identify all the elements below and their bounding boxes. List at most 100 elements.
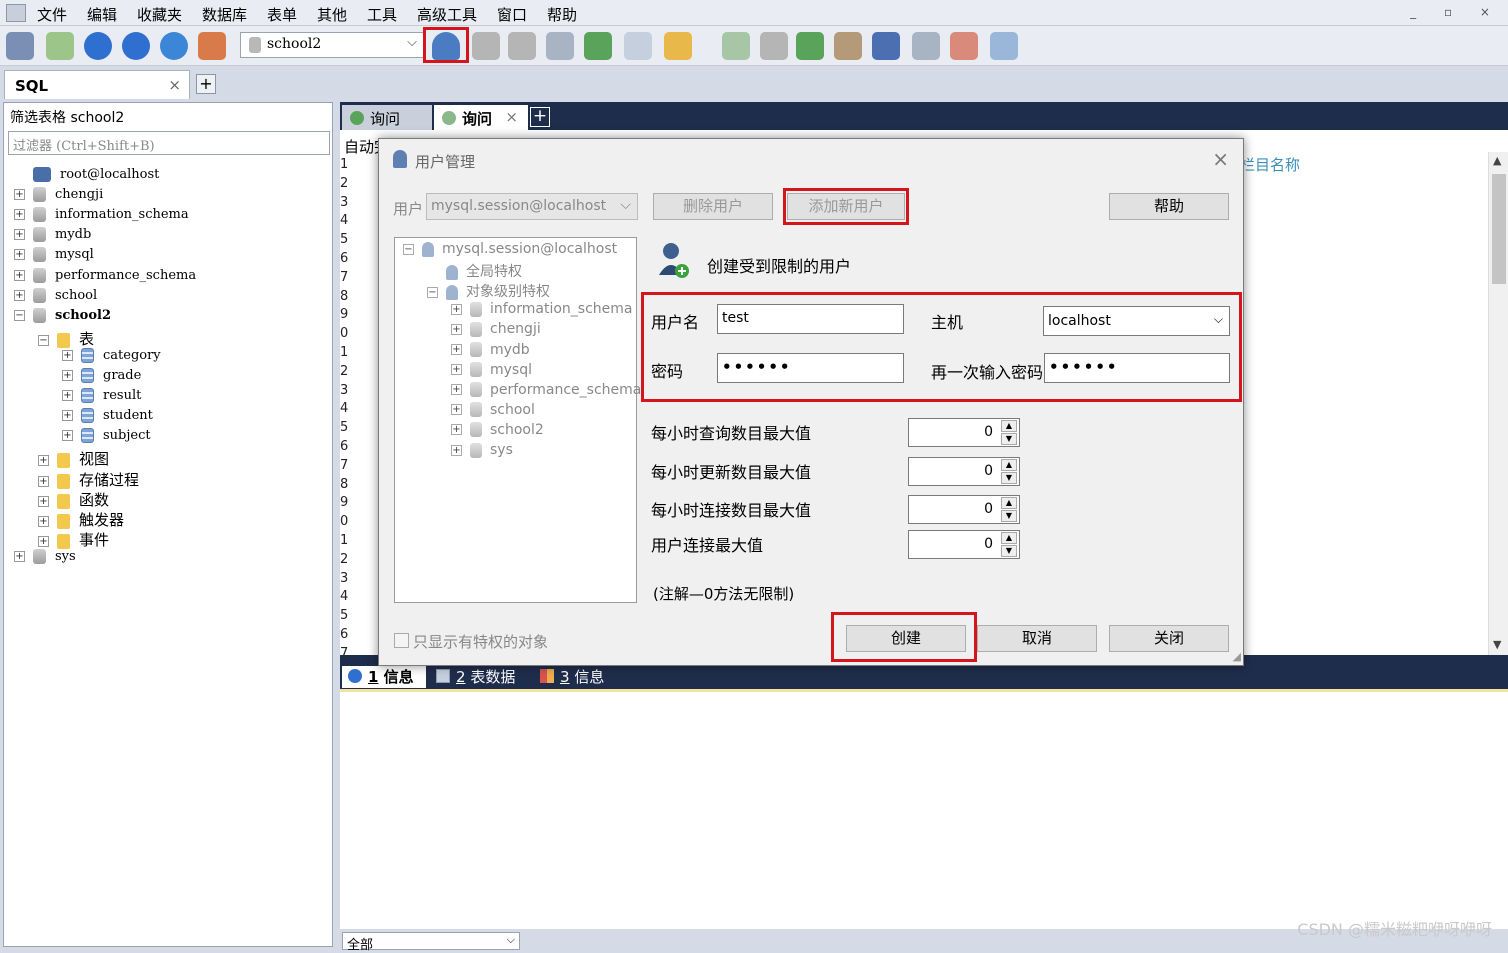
menu-window[interactable]: 窗口 <box>497 4 527 25</box>
expand-icon[interactable]: + <box>14 269 25 281</box>
expand-icon[interactable]: + <box>62 370 73 381</box>
tree-node[interactable]: − 表 <box>38 328 94 348</box>
expand-icon[interactable]: + <box>62 390 73 402</box>
add-connection-tab-button[interactable]: + <box>196 74 216 94</box>
scroll-down-icon[interactable]: ▼ <box>1493 638 1501 651</box>
expand-icon[interactable]: + <box>451 444 462 456</box>
table-icon[interactable] <box>624 32 652 60</box>
limit-spinner[interactable]: 0 ▲ ▼ <box>908 495 1020 524</box>
help-button[interactable]: 帮助 <box>1109 193 1229 220</box>
password-input[interactable]: •••••• <box>717 353 904 383</box>
spin-up-icon[interactable]: ▲ <box>1001 532 1017 544</box>
app-menu-icon[interactable] <box>6 4 26 22</box>
expand-icon[interactable]: + <box>451 404 462 416</box>
privilege-tree-node[interactable]: − mysql.session@localhost <box>403 241 617 261</box>
filter-input[interactable]: 过滤器 (Ctrl+Shift+B) <box>8 131 330 155</box>
expand-icon[interactable]: + <box>62 430 73 442</box>
expand-icon[interactable]: + <box>451 384 462 396</box>
expand-icon[interactable]: + <box>38 495 49 507</box>
expand-icon[interactable]: + <box>451 424 462 436</box>
backup-icon[interactable] <box>472 32 500 60</box>
expand-icon[interactable]: + <box>451 303 462 315</box>
privilege-tree-node[interactable]: + mysql <box>451 362 532 382</box>
expand-icon[interactable]: + <box>14 289 25 301</box>
refresh-icon[interactable] <box>160 32 188 60</box>
spin-down-icon[interactable]: ▼ <box>1001 472 1017 484</box>
expand-icon[interactable]: + <box>38 535 49 547</box>
menu-other[interactable]: 其他 <box>317 4 347 25</box>
restore-icon[interactable] <box>508 32 536 60</box>
expand-icon[interactable]: + <box>62 349 73 361</box>
tree-node[interactable]: + grade <box>62 368 141 388</box>
tree-node[interactable]: + mydb <box>14 227 91 247</box>
new-connection-icon[interactable] <box>6 32 34 60</box>
privilege-tree-node[interactable]: + school <box>451 402 535 422</box>
spin-up-icon[interactable]: ▲ <box>1001 420 1017 432</box>
menu-advanced-tools[interactable]: 高级工具 <box>417 4 477 25</box>
close-icon[interactable]: × <box>505 108 518 126</box>
schema-icon[interactable] <box>198 32 226 60</box>
tab-query-1[interactable]: 询问 <box>342 105 432 130</box>
tree-node[interactable]: − school2 <box>14 307 111 328</box>
diagram-icon[interactable] <box>990 32 1018 60</box>
expand-icon[interactable]: + <box>451 323 462 335</box>
query-builder-icon[interactable] <box>722 32 750 60</box>
schema-designer-icon[interactable] <box>664 32 692 60</box>
migrate-icon[interactable] <box>872 32 900 60</box>
tab-info[interactable]: 3 信息 <box>534 666 614 688</box>
expand-icon[interactable]: + <box>451 364 462 376</box>
collapse-icon[interactable]: − <box>38 334 49 346</box>
connection-tab-sql[interactable]: SQL × <box>4 70 190 99</box>
job-icon[interactable] <box>834 32 862 60</box>
host-combo[interactable]: localhost ⌵ <box>1043 306 1230 336</box>
expand-icon[interactable]: + <box>14 209 25 221</box>
privilege-tree-node[interactable]: 全局特权 <box>427 261 522 281</box>
tree-node[interactable]: root@localhost <box>14 167 159 187</box>
tree-node[interactable]: + school <box>14 287 97 308</box>
spin-down-icon[interactable]: ▼ <box>1001 510 1017 522</box>
close-button[interactable]: 关闭 <box>1109 625 1229 652</box>
menu-help[interactable]: 帮助 <box>547 4 577 25</box>
tree-node[interactable]: + 触发器 <box>38 509 124 529</box>
import-icon[interactable] <box>546 32 574 60</box>
username-input[interactable]: test <box>717 304 904 334</box>
limit-spinner[interactable]: 0 ▲ ▼ <box>908 418 1020 447</box>
expand-icon[interactable]: + <box>14 249 25 261</box>
result-filter-select[interactable]: 全部 ⌵ <box>342 932 520 953</box>
close-icon[interactable]: × <box>1212 147 1229 171</box>
spin-up-icon[interactable]: ▲ <box>1001 497 1017 509</box>
database-select[interactable]: school2 ⌵ <box>240 32 424 58</box>
monitor-icon[interactable] <box>912 32 940 60</box>
privilege-tree-node[interactable]: + performance_schema <box>451 382 641 402</box>
tree-node[interactable]: + 存储过程 <box>38 469 139 489</box>
limit-spinner[interactable]: 0 ▲ ▼ <box>908 457 1020 486</box>
privilege-tree-node[interactable]: + mydb <box>451 342 530 362</box>
tab-table-data[interactable]: 2 表数据 <box>430 666 530 688</box>
expand-icon[interactable]: + <box>38 455 49 467</box>
spin-down-icon[interactable]: ▼ <box>1001 545 1017 557</box>
execute-all-icon[interactable] <box>122 32 150 60</box>
tree-node[interactable]: + sys <box>14 548 76 569</box>
resize-grip-icon[interactable]: ◢ <box>1233 650 1241 663</box>
tree-node[interactable]: + result <box>62 388 141 408</box>
tab-messages[interactable]: 1 信息 <box>342 666 426 688</box>
expand-icon[interactable]: + <box>14 189 25 201</box>
tree-node[interactable]: + category <box>62 347 161 368</box>
window-controls[interactable]: _ ▫ × <box>1410 5 1502 19</box>
tree-node[interactable]: + subject <box>62 428 151 448</box>
spin-down-icon[interactable]: ▼ <box>1001 433 1017 445</box>
menu-favorites[interactable]: 收藏夹 <box>137 4 182 25</box>
user-select[interactable]: mysql.session@localhost ⌵ <box>426 193 638 220</box>
tree-node[interactable]: + student <box>62 408 153 428</box>
expand-icon[interactable]: + <box>14 229 25 241</box>
export-icon[interactable] <box>584 32 612 60</box>
limit-spinner[interactable]: 0 ▲ ▼ <box>908 530 1020 559</box>
menu-tools[interactable]: 工具 <box>367 4 397 25</box>
sync-icon[interactable] <box>760 32 788 60</box>
tree-node[interactable]: + 事件 <box>38 529 109 549</box>
confirm-password-input[interactable]: •••••• <box>1044 353 1230 383</box>
scrollbar-thumb[interactable] <box>1492 174 1506 284</box>
tree-node[interactable]: + 函数 <box>38 489 109 509</box>
collapse-icon[interactable]: − <box>427 286 438 298</box>
execute-icon[interactable] <box>84 32 112 60</box>
